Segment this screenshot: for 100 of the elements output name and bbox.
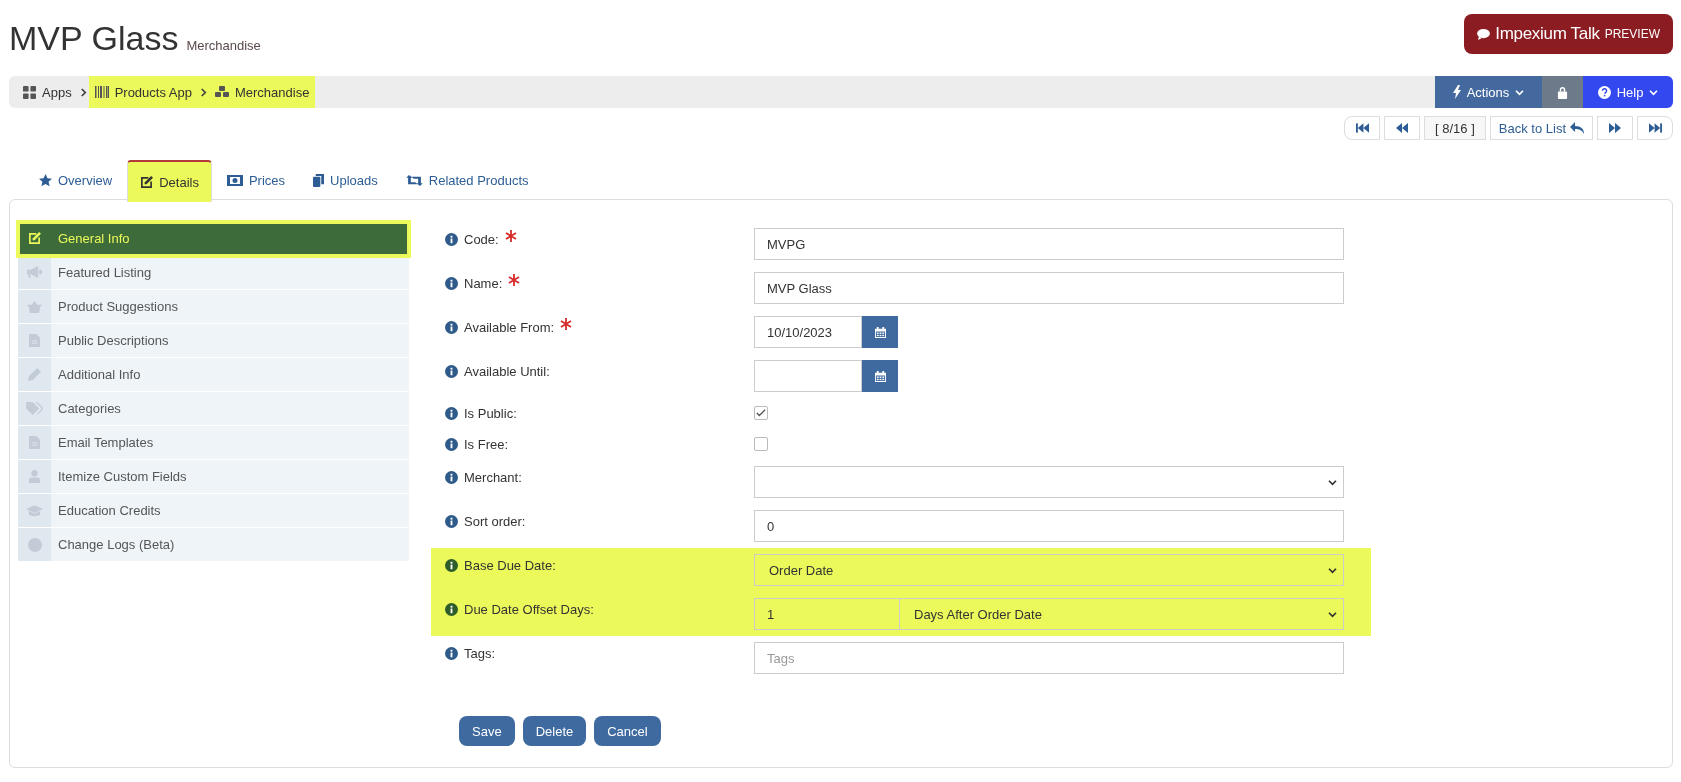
next-page-button[interactable] <box>1597 116 1633 140</box>
star-icon <box>39 174 52 187</box>
chevron-icon <box>79 87 87 97</box>
input-field[interactable]: Tags <box>754 642 1344 674</box>
page-title: MVP Glass <box>9 18 179 58</box>
sidebar-item[interactable]: General Info <box>18 222 409 256</box>
person-icon <box>29 470 40 483</box>
caret-icon <box>1649 88 1659 96</box>
actions-button[interactable]: Actions <box>1435 76 1542 108</box>
field-label: Available From: <box>464 320 555 335</box>
sidebar-item[interactable]: Product Suggestions <box>18 290 409 324</box>
chat-icon <box>1477 28 1491 40</box>
pencil-icon <box>28 368 41 381</box>
first-page-icon <box>1355 123 1369 133</box>
edit-icon <box>140 175 154 189</box>
next-icon <box>1609 123 1621 133</box>
chevron-icon <box>199 87 207 97</box>
delete-button[interactable]: Delete <box>522 716 587 746</box>
field-label: Merchant: <box>464 470 522 485</box>
barcode-icon <box>94 86 109 98</box>
page-position-button[interactable]: [ 8/16 ] <box>1424 116 1486 140</box>
select-field[interactable] <box>754 466 1344 498</box>
date-field[interactable]: 10/10/2023 <box>754 316 862 348</box>
document-icon <box>29 436 40 449</box>
input-field[interactable]: MVPG <box>754 228 1344 260</box>
cancel-button[interactable]: Cancel <box>594 716 661 746</box>
sidebar-item[interactable]: Additional Info <box>18 358 409 392</box>
field-label: Is Public: <box>464 406 517 421</box>
reply-icon <box>1570 122 1584 134</box>
field-label: Tags: <box>464 646 496 661</box>
tab[interactable]: Prices <box>213 160 299 200</box>
field-label: Sort order: <box>464 514 526 529</box>
select-field[interactable]: Order Date <box>754 554 1344 586</box>
sidebar-item[interactable]: Email Templates <box>18 426 409 460</box>
date-field[interactable] <box>754 360 862 392</box>
tab[interactable]: Uploads <box>300 160 391 200</box>
tags-icon <box>26 402 43 415</box>
circle-icon <box>27 537 42 552</box>
checkbox[interactable] <box>754 406 768 420</box>
previous-page-button[interactable] <box>1384 116 1421 140</box>
input-field[interactable]: MVP Glass <box>754 272 1344 304</box>
input-field[interactable]: 0 <box>754 510 1344 542</box>
info-icon <box>445 471 458 484</box>
copy-icon <box>313 174 325 187</box>
sidebar-item[interactable]: Categories <box>18 392 409 426</box>
page-subtitle: Merchandise <box>186 38 261 53</box>
edit-icon <box>28 232 41 245</box>
caret-icon <box>1515 88 1525 96</box>
sidebar-item[interactable]: Public Descriptions <box>18 324 409 358</box>
tab[interactable]: Overview <box>26 160 126 200</box>
field-label: Code: <box>464 232 499 247</box>
help-button[interactable]: Help <box>1583 76 1673 108</box>
calendar-button[interactable] <box>862 316 898 348</box>
sidebar-item[interactable]: Change Logs (Beta) <box>18 528 409 562</box>
info-icon <box>445 365 458 378</box>
field-label: Is Free: <box>464 437 509 452</box>
sidebar-item[interactable]: Itemize Custom Fields <box>18 460 409 494</box>
money-icon <box>226 175 243 186</box>
breadcrumb-link[interactable]: Products App <box>88 76 198 108</box>
lock-icon <box>1557 85 1568 99</box>
breadcrumb-link[interactable]: Merchandise <box>208 76 316 108</box>
breadcrumb-link[interactable]: Apps <box>17 76 78 108</box>
caret-icon <box>1328 478 1337 486</box>
field-label: Due Date Offset Days: <box>464 602 594 617</box>
number-field[interactable]: 1 <box>754 598 900 630</box>
back-to-list-button[interactable]: Back to List <box>1489 116 1593 140</box>
chat-button[interactable]: Impexium Talk PREVIEW <box>1464 14 1673 54</box>
save-button[interactable]: Save <box>459 716 515 746</box>
bolt-icon <box>1452 85 1461 99</box>
info-icon <box>445 647 458 660</box>
last-page-icon <box>1648 123 1662 133</box>
apps-icon <box>23 85 36 99</box>
sidebar-item[interactable]: Featured Listing <box>18 256 409 290</box>
tab[interactable]: Related Products <box>392 160 542 200</box>
info-icon <box>445 559 458 572</box>
cubes-icon <box>214 86 229 98</box>
info-icon <box>445 233 458 246</box>
caret-icon <box>1328 566 1337 574</box>
info-icon <box>445 515 458 528</box>
first-page-button[interactable] <box>1344 116 1381 140</box>
calendar-icon <box>874 326 886 338</box>
sidebar-item[interactable]: Education Credits <box>18 494 409 528</box>
graduation-cap-icon <box>26 504 43 517</box>
field-label: Available Until: <box>464 364 550 379</box>
megaphone-icon <box>27 266 42 279</box>
caret-icon <box>1328 610 1337 618</box>
info-icon <box>445 438 458 451</box>
lock-button[interactable] <box>1542 76 1583 108</box>
calendar-button[interactable] <box>862 360 898 392</box>
select-field[interactable]: Days After Order Date <box>900 598 1344 630</box>
info-icon <box>445 407 458 420</box>
swap-icon <box>405 175 423 186</box>
info-icon <box>445 277 458 290</box>
info-icon <box>445 321 458 334</box>
last-page-button[interactable] <box>1637 116 1673 140</box>
tab[interactable]: Details <box>127 160 212 202</box>
basket-icon <box>27 300 42 313</box>
help-icon <box>1597 85 1611 99</box>
field-label: Base Due Date: <box>464 558 556 573</box>
checkbox[interactable] <box>754 437 768 451</box>
